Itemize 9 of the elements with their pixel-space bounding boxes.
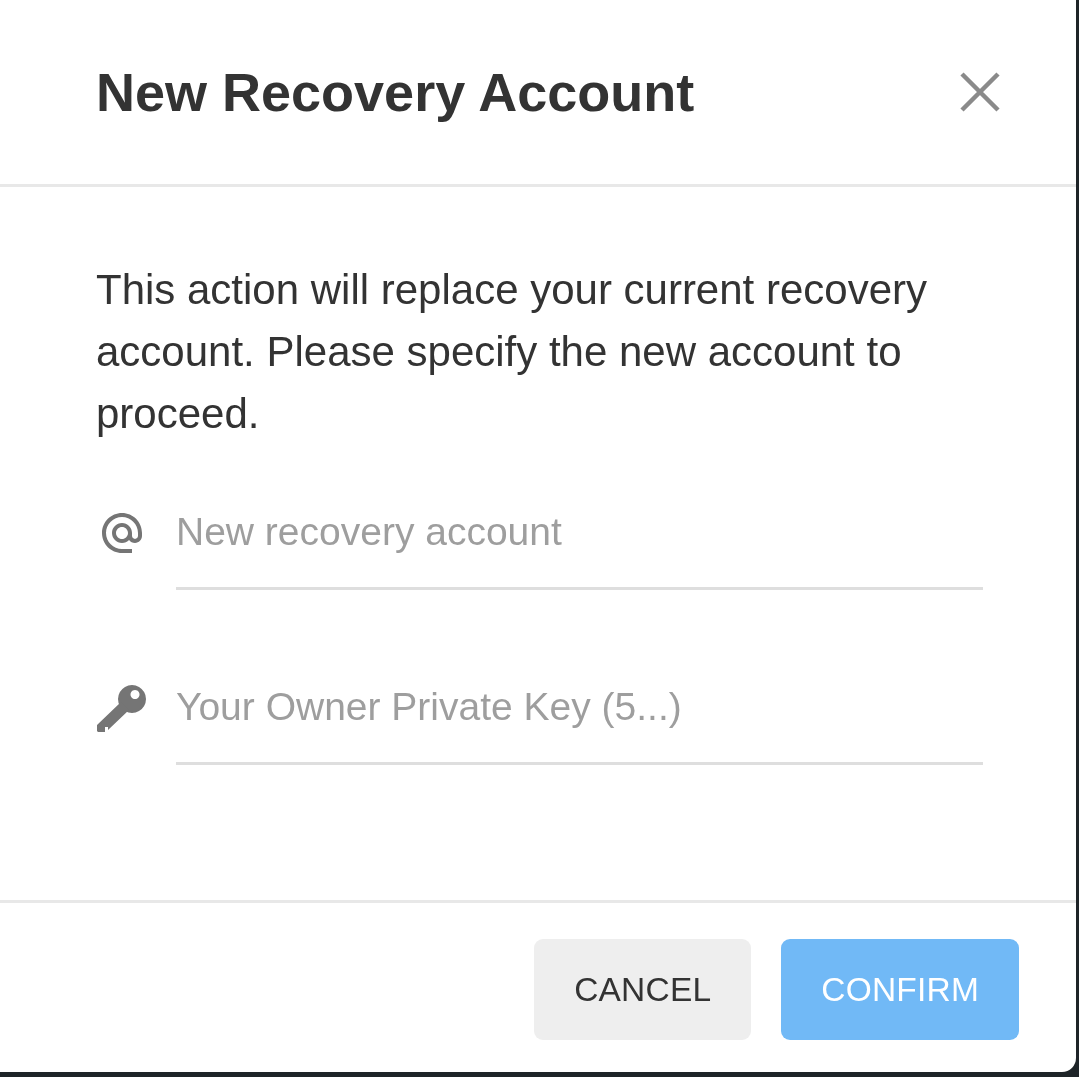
dialog-message: This action will replace your current recovery account. Please specify the new account to proceed.: [96, 265, 928, 439]
close-icon: [960, 72, 1000, 112]
cancel-button[interactable]: CANCEL: [534, 939, 752, 1040]
input-field[interactable]: New recovery account: [176, 497, 983, 590]
at-icon: [102, 513, 142, 553]
dialog-title: New Recovery Account: [96, 61, 695, 123]
key-icon: [97, 684, 147, 732]
close-button[interactable]: [960, 72, 1000, 112]
input-field[interactable]: Your Owner Private Key (5...): [176, 672, 983, 765]
